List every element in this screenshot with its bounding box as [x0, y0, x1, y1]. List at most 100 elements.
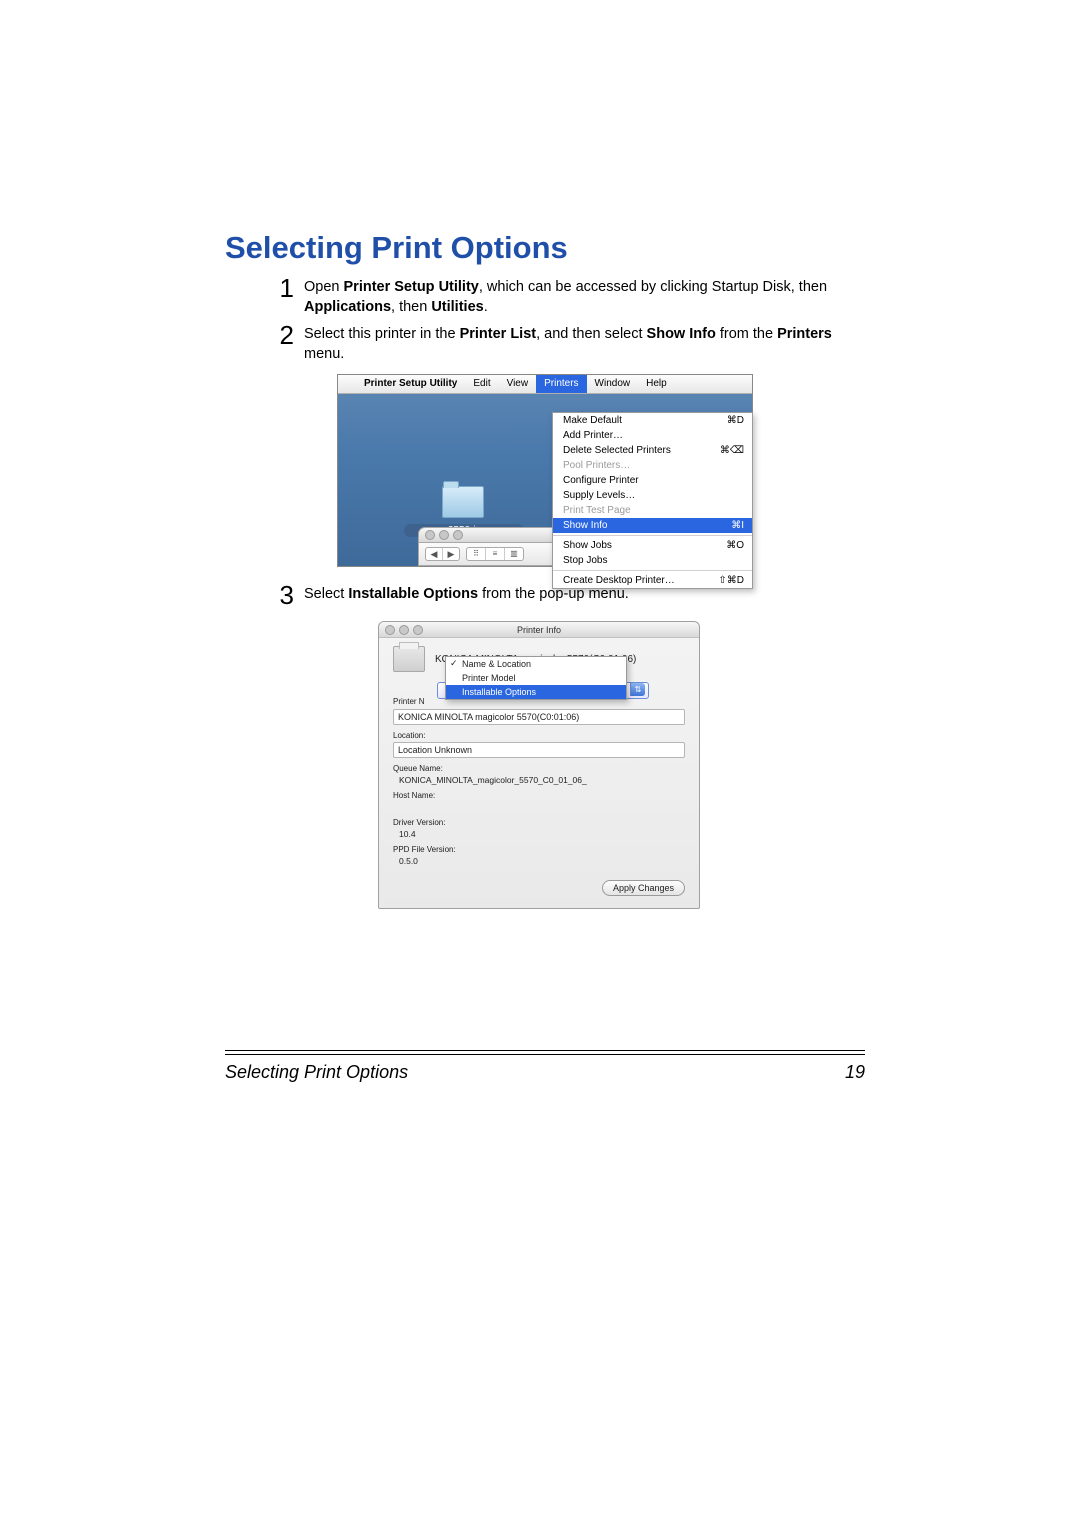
screenshot-menubar: Printer Setup Utility Edit View Printers… [337, 374, 865, 567]
printer-name-field[interactable]: KONICA MINOLTA magicolor 5570(C0:01:06) [393, 709, 685, 725]
menu-shortcut: ⇧⌘D [718, 575, 744, 586]
window-titlebar: Printer Info [379, 622, 699, 638]
footer-section-title: Selecting Print Options [225, 1062, 408, 1083]
back-icon[interactable]: ◀ [426, 548, 442, 560]
step-2: 2 Select this printer in the Printer Lis… [270, 325, 865, 364]
queue-value: KONICA_MINOLTA_magicolor_5570_C0_01_06_ [393, 773, 685, 785]
t: Applications [304, 299, 391, 315]
host-value [393, 800, 685, 812]
menu-delete-printers[interactable]: Delete Selected Printers⌘⌫ [553, 443, 752, 458]
nav-back-forward[interactable]: ◀ ▶ [425, 547, 460, 561]
traffic-close-icon[interactable] [425, 530, 435, 540]
location-label: Location: [393, 731, 685, 740]
menu-label: Add Printer… [563, 430, 623, 441]
menu-label: Show Info [563, 520, 607, 531]
t: , which can be accessed by clicking Star… [479, 279, 827, 295]
popup-option-printer-model[interactable]: Printer Model [446, 671, 626, 685]
menu-stop-jobs[interactable]: Stop Jobs [553, 553, 752, 568]
menu-add-printer[interactable]: Add Printer… [553, 428, 752, 443]
step-text: Select this printer in the Printer List,… [304, 325, 865, 364]
icon-view-icon[interactable]: ⠿ [467, 548, 485, 560]
printer-info-window: Printer Info KONICA MINOLTA magicolor 55… [378, 621, 700, 909]
screenshot-printer-info: Printer Info KONICA MINOLTA magicolor 55… [378, 621, 865, 909]
printer-name-truncated-label: Printer N [393, 697, 425, 706]
t: Installable Options [348, 586, 478, 602]
menu-label: Make Default [563, 415, 622, 426]
t: , then [391, 299, 431, 315]
step-number: 1 [270, 275, 294, 301]
menu-label: Stop Jobs [563, 555, 607, 566]
printers-dropdown: Make Default ⌘D Add Printer… Delete Selec… [552, 412, 753, 589]
menu-configure-printer[interactable]: Configure Printer [553, 473, 752, 488]
window-title: Printer Info [379, 625, 699, 635]
menu-show-info[interactable]: Show Info ⌘I [553, 518, 752, 533]
footer-page-number: 19 [845, 1062, 865, 1083]
list-view-icon[interactable]: ≡ [485, 548, 504, 560]
step-1: 1 Open Printer Setup Utility, which can … [270, 278, 865, 317]
t: Show Info [647, 326, 716, 342]
menu-show-jobs[interactable]: Show Jobs ⌘O [553, 538, 752, 553]
menubar-view[interactable]: View [499, 375, 537, 393]
step-number: 3 [270, 582, 294, 608]
menubar-printers[interactable]: Printers [536, 375, 586, 393]
view-mode-segment[interactable]: ⠿ ≡ ▥ [466, 547, 524, 561]
window-body: KONICA MINOLTA magicolor 5570(C0:01:06) … [379, 638, 699, 908]
t: Utilities [431, 299, 483, 315]
forward-icon[interactable]: ▶ [442, 548, 459, 560]
step-number: 2 [270, 322, 294, 348]
traffic-zoom-icon[interactable] [453, 530, 463, 540]
menu-create-desktop-printer[interactable]: Create Desktop Printer… ⇧⌘D [553, 573, 752, 588]
menu-make-default[interactable]: Make Default ⌘D [553, 413, 752, 428]
location-field[interactable]: Location Unknown [393, 742, 685, 758]
popup-option-name-location[interactable]: Name & Location [446, 657, 626, 671]
folder-tab-icon [443, 481, 459, 488]
menubar-help[interactable]: Help [638, 375, 675, 393]
menu-shortcut: ⌘D [727, 415, 744, 426]
t: Open [304, 279, 344, 295]
menubar: Printer Setup Utility Edit View Printers… [338, 375, 752, 394]
apply-changes-button[interactable]: Apply Changes [602, 880, 685, 896]
column-view-icon[interactable]: ▥ [504, 548, 523, 560]
ppd-version-value: 0.5.0 [393, 854, 685, 866]
folder-icon[interactable] [442, 486, 484, 518]
menu-shortcut: ⌘O [726, 540, 744, 551]
menu-separator [553, 570, 752, 571]
menu-print-test-page: Print Test Page [553, 503, 752, 518]
menu-separator [553, 535, 752, 536]
menu-pool-printers: Pool Printers… [553, 458, 752, 473]
popup-option-installable-options[interactable]: Installable Options [446, 685, 626, 699]
driver-version-label: Driver Version: [393, 818, 685, 827]
menu-label: Pool Printers… [563, 460, 630, 471]
mac-desktop-window: Printer Setup Utility Edit View Printers… [337, 374, 753, 567]
apply-row: Apply Changes [393, 880, 685, 896]
page-heading: Selecting Print Options [225, 230, 865, 266]
t: Printer Setup Utility [344, 279, 479, 295]
t: menu. [304, 346, 344, 362]
t: Select [304, 586, 348, 602]
page-footer: Selecting Print Options 19 [225, 1062, 865, 1083]
document-page: Selecting Print Options 1 Open Printer S… [0, 0, 1080, 1528]
host-label: Host Name: [393, 791, 685, 800]
traffic-min-icon[interactable] [439, 530, 449, 540]
desktop: mc2550-ja-rg Make Default⌘D Add Printer…… [338, 394, 752, 566]
footer-rule [225, 1054, 865, 1055]
menubar-window[interactable]: Window [587, 375, 639, 393]
steps-list: 1 Open Printer Setup Utility, which can … [270, 278, 865, 909]
menu-label: Print Test Page [563, 505, 631, 516]
t: Printer List [460, 326, 537, 342]
t: . [484, 299, 488, 315]
menu-shortcut: ⌘I [731, 520, 744, 531]
menubar-edit[interactable]: Edit [465, 375, 498, 393]
menu-label: Create Desktop Printer… [563, 575, 675, 586]
ppd-version-label: PPD File Version: [393, 845, 685, 854]
step-text: Open Printer Setup Utility, which can be… [304, 278, 865, 317]
queue-label: Queue Name: [393, 764, 685, 773]
menubar-app[interactable]: Printer Setup Utility [356, 375, 465, 393]
popup-arrows-icon[interactable]: ⇅ [630, 683, 645, 696]
t: Select this printer in the [304, 326, 460, 342]
menu-label: Delete Selected Printers [563, 445, 671, 456]
menu-label: Configure Printer [563, 475, 639, 486]
menu-supply-levels[interactable]: Supply Levels… [553, 488, 752, 503]
menu-label: Show Jobs [563, 540, 612, 551]
printer-icon [393, 646, 425, 672]
